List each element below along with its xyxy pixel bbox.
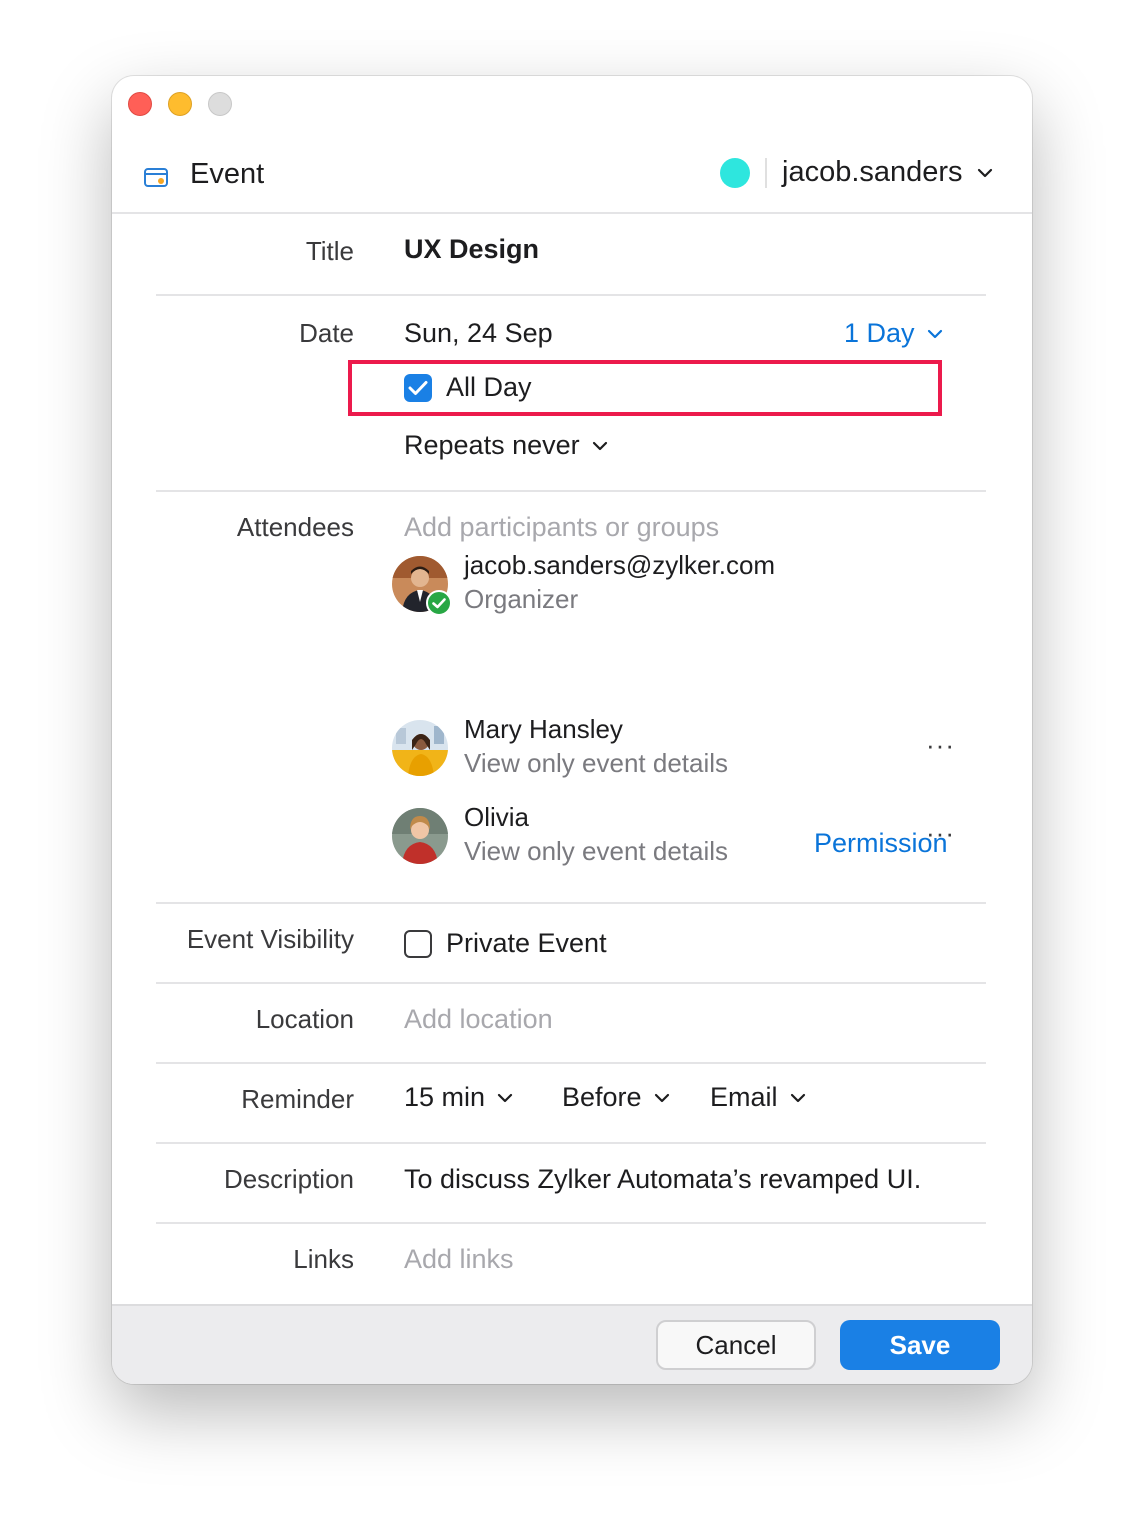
visibility-label: Event Visibility	[186, 924, 354, 954]
all-day-highlight	[348, 360, 942, 416]
attendee-role: Organizer	[464, 584, 579, 614]
private-event-toggle[interactable]: Private Event	[404, 928, 607, 959]
private-event-label: Private Event	[446, 928, 607, 958]
avatar-mary	[392, 720, 448, 776]
chevron-down-icon	[790, 1093, 805, 1102]
date-label: Date	[299, 318, 354, 348]
duration-dropdown[interactable]: 1 Day	[844, 318, 943, 349]
description-input[interactable]: To discuss Zylker Automata’s revamped UI…	[404, 1164, 921, 1195]
chevron-down-icon	[977, 168, 992, 177]
location-input[interactable]: Add location	[404, 1004, 553, 1035]
private-event-checkbox[interactable]	[404, 929, 432, 958]
permission-link[interactable]: Permission	[814, 828, 948, 859]
reminder-method-value: Email	[710, 1082, 778, 1112]
reminder-relation-dropdown[interactable]: Before	[562, 1082, 670, 1113]
links-label: Links	[293, 1244, 354, 1274]
title-row: Title UX Design	[156, 214, 986, 296]
avatar-olivia	[392, 808, 448, 864]
close-window-button[interactable]	[128, 92, 152, 116]
title-label: Title	[305, 236, 354, 266]
cancel-button[interactable]: Cancel	[656, 1320, 816, 1370]
accepted-check-icon	[426, 590, 452, 616]
location-row: Location Add location	[156, 984, 986, 1064]
visibility-row: Event Visibility Private Event	[156, 904, 986, 984]
reminder-relation-value: Before	[562, 1082, 642, 1112]
duration-value: 1 Day	[844, 318, 915, 348]
links-input[interactable]: Add links	[404, 1244, 514, 1275]
header-title: Event	[190, 158, 265, 190]
repeat-dropdown[interactable]: Repeats never	[404, 430, 608, 461]
reminder-time-value: 15 min	[404, 1082, 486, 1112]
window-controls	[128, 92, 232, 116]
calendar-event-icon	[144, 168, 168, 187]
attendee-name: Olivia	[464, 802, 530, 832]
calendar-color-dot	[720, 158, 750, 188]
chevron-down-icon	[927, 329, 942, 338]
attendee-name: Mary Hansley	[464, 714, 623, 744]
description-row: Description To discuss Zylker Automata’s…	[156, 1144, 986, 1224]
location-label: Location	[255, 1004, 354, 1034]
attendee-role: View only event details	[464, 836, 729, 866]
attendee-role: View only event details	[464, 748, 729, 778]
reminder-label: Reminder	[241, 1084, 354, 1114]
reminder-time-dropdown[interactable]: 15 min	[404, 1082, 513, 1113]
account-name: jacob.sanders	[782, 156, 963, 188]
header-divider	[765, 158, 767, 188]
attendee-name: jacob.sanders@zylker.com	[464, 550, 776, 580]
chevron-down-icon	[497, 1093, 513, 1102]
chevron-down-icon	[654, 1093, 669, 1102]
attendee-more-button[interactable]: ···	[926, 730, 955, 761]
minimize-window-button[interactable]	[168, 92, 192, 116]
links-row: Links Add links	[156, 1224, 986, 1304]
zoom-window-button[interactable]	[208, 92, 232, 116]
event-window: Event jacob.sanders Title UX Design Date…	[112, 76, 1032, 1384]
reminder-row: Reminder 15 min Before Email	[156, 1064, 986, 1144]
account-selector[interactable]: jacob.sanders	[782, 156, 993, 189]
save-button[interactable]: Save	[840, 1320, 1000, 1370]
attendees-label: Attendees	[236, 512, 354, 542]
attendees-input[interactable]: Add participants or groups	[404, 512, 719, 543]
chevron-down-icon	[592, 441, 607, 450]
title-input[interactable]: UX Design	[404, 234, 539, 265]
dialog-footer: Cancel Save	[112, 1304, 1032, 1384]
date-picker[interactable]: Sun, 24 Sep	[404, 318, 553, 349]
window-header: Event jacob.sanders	[112, 142, 1032, 214]
reminder-method-dropdown[interactable]: Email	[710, 1082, 806, 1113]
description-label: Description	[223, 1164, 354, 1194]
repeat-value: Repeats never	[404, 430, 580, 460]
